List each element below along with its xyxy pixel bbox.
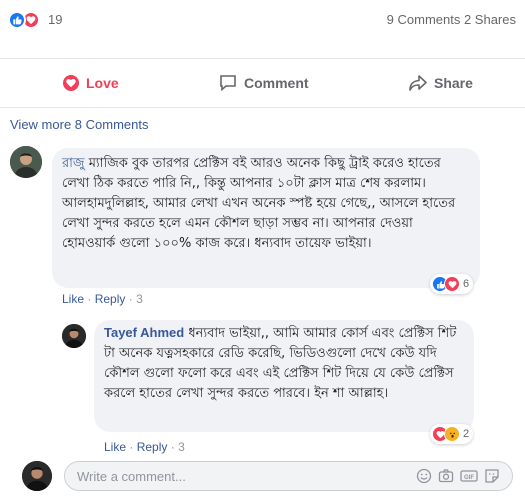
share-label: Share: [434, 75, 473, 91]
comment-reactions[interactable]: 6: [430, 274, 474, 294]
sticker-icon[interactable]: [484, 468, 500, 484]
action-bar: Love Comment Share: [0, 58, 525, 108]
reply-like-link[interactable]: Like: [104, 440, 126, 454]
reply-bubble: Tayef Ahmed ধন্যবাদ ভাইয়া,, আমি আমার কো…: [94, 320, 474, 432]
comment-icon: [220, 75, 236, 92]
view-more-comments-link[interactable]: View more 8 Comments: [10, 117, 148, 132]
comment-meta: Like · Reply · 3: [62, 292, 143, 306]
reply-reaction-count: 2: [463, 428, 470, 440]
comment-like-link[interactable]: Like: [62, 292, 84, 306]
reply-author[interactable]: Tayef Ahmed: [104, 325, 184, 340]
comment-bubble: রাজু ম্যাজিক বুক তারপর প্রেক্টিস বই আরও …: [52, 148, 480, 288]
current-user-avatar[interactable]: [22, 461, 52, 491]
comment-input-box[interactable]: GIF: [64, 461, 513, 491]
avatar-image: [10, 146, 42, 178]
avatar[interactable]: [10, 146, 42, 178]
comment-input[interactable]: [77, 462, 357, 490]
comment-timestamp[interactable]: 3: [136, 292, 143, 306]
reply-timestamp[interactable]: 3: [178, 440, 185, 454]
emoji-icon[interactable]: [416, 468, 432, 484]
like-icon: [8, 11, 26, 29]
comment-reply-link[interactable]: Reply: [95, 292, 126, 306]
share-icon: [409, 75, 427, 91]
love-button[interactable]: Love: [62, 59, 119, 107]
reply-meta: Like · Reply · 3: [104, 440, 185, 454]
svg-text:GIF: GIF: [464, 475, 474, 481]
separator-dot: ·: [87, 292, 92, 306]
camera-icon[interactable]: [438, 468, 454, 484]
reaction-count[interactable]: 19: [48, 12, 62, 27]
comments-shares-count[interactable]: 9 Comments 2 Shares: [387, 12, 516, 27]
share-button[interactable]: Share: [408, 59, 473, 107]
comment-author[interactable]: রাজু: [62, 155, 85, 170]
comment-button[interactable]: Comment: [218, 59, 309, 107]
reaction-summary: 19 9 Comments 2 Shares: [0, 0, 525, 40]
love-icon: [63, 75, 79, 91]
reply-reply-link[interactable]: Reply: [137, 440, 168, 454]
avatar-image: [22, 461, 52, 491]
gif-icon[interactable]: GIF: [460, 468, 478, 484]
love-label: Love: [86, 75, 119, 91]
separator-dot: ·: [170, 440, 175, 454]
reaction-icons[interactable]: [8, 11, 48, 29]
comment-composer: GIF: [0, 457, 525, 497]
comment-label: Comment: [244, 75, 309, 91]
wow-icon: [444, 426, 460, 442]
avatar[interactable]: [62, 324, 86, 348]
reply-reactions[interactable]: 2: [430, 424, 474, 444]
separator-dot: ·: [129, 440, 134, 454]
comment-text: ম্যাজিক বুক তারপর প্রেক্টিস বই আরও অনেক …: [62, 156, 456, 251]
comment-reaction-count: 6: [463, 278, 470, 290]
love-icon: [444, 276, 460, 292]
avatar-image: [62, 324, 86, 348]
separator-dot: ·: [128, 292, 133, 306]
